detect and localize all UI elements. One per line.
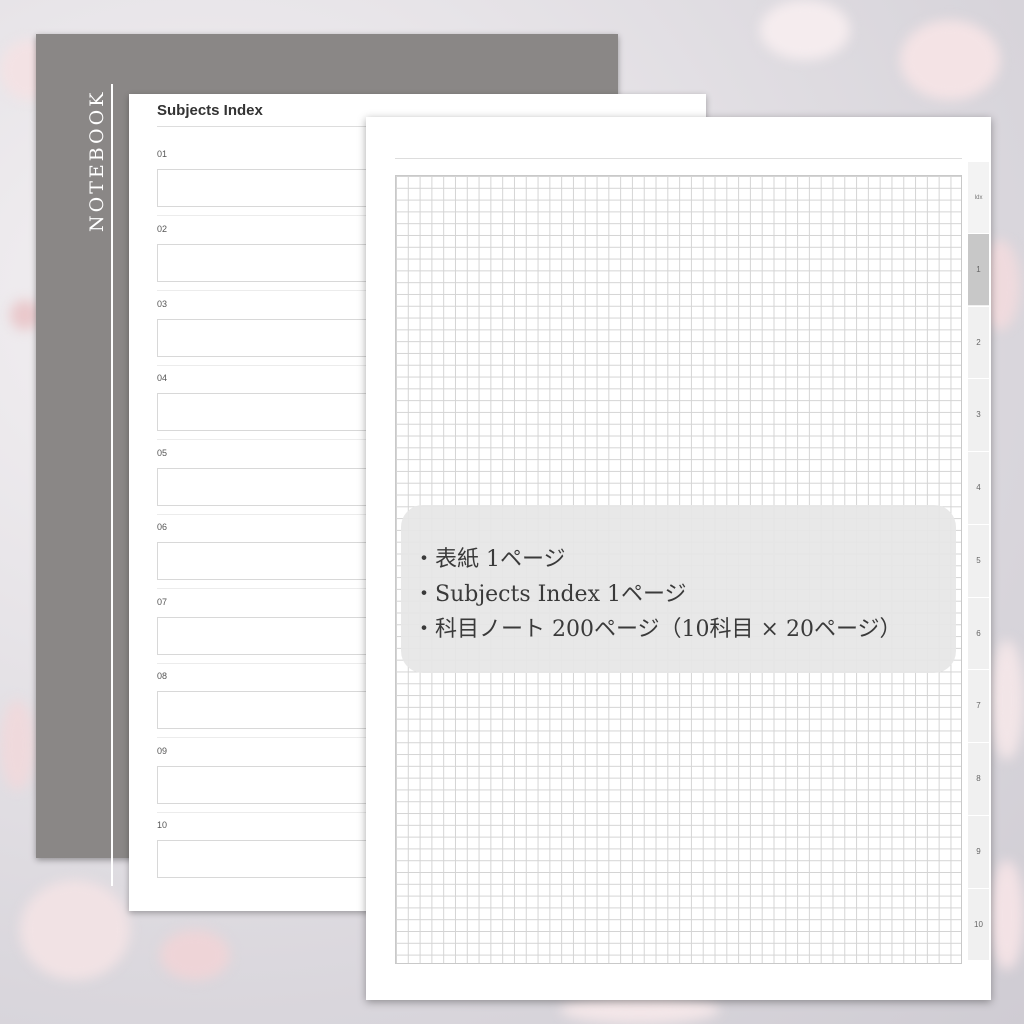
entry-number: 03 bbox=[157, 299, 168, 309]
cover-title: NOTEBOOK bbox=[86, 89, 108, 233]
entry-number: 10 bbox=[157, 820, 168, 830]
summary-line-index: ・Subjects Index 1ページ bbox=[413, 582, 687, 607]
entry-number: 07 bbox=[157, 597, 168, 607]
tab-7[interactable]: 7 bbox=[968, 669, 989, 741]
entry-number: 02 bbox=[157, 224, 168, 234]
tab-3[interactable]: 3 bbox=[968, 378, 989, 450]
summary-line-subjects: ・科目ノート 200ページ（10科目 × 20ページ） bbox=[413, 617, 902, 642]
tab-6[interactable]: 6 bbox=[968, 597, 989, 669]
header-rule bbox=[395, 158, 962, 159]
entry-number: 06 bbox=[157, 522, 168, 532]
index-tab-bar: Idx 1 2 3 4 5 6 7 8 9 10 bbox=[968, 161, 989, 960]
page-title: Subjects Index bbox=[157, 102, 263, 119]
tab-5[interactable]: 5 bbox=[968, 524, 989, 596]
tab-8[interactable]: 8 bbox=[968, 742, 989, 814]
tab-4[interactable]: 4 bbox=[968, 451, 989, 523]
entry-number: 04 bbox=[157, 373, 168, 383]
tab-index[interactable]: Idx bbox=[968, 161, 989, 233]
tab-2[interactable]: 2 bbox=[968, 306, 989, 378]
tab-1[interactable]: 1 bbox=[968, 233, 989, 305]
entry-number: 05 bbox=[157, 448, 168, 458]
contents-summary-box: ・表紙 1ページ ・Subjects Index 1ページ ・科目ノート 200… bbox=[401, 505, 956, 673]
summary-line-cover: ・表紙 1ページ bbox=[413, 547, 566, 572]
tab-10[interactable]: 10 bbox=[968, 888, 989, 960]
entry-number: 09 bbox=[157, 746, 168, 756]
tab-9[interactable]: 9 bbox=[968, 815, 989, 887]
cover-divider bbox=[111, 84, 113, 886]
entry-number: 01 bbox=[157, 149, 168, 159]
entry-number: 08 bbox=[157, 671, 168, 681]
